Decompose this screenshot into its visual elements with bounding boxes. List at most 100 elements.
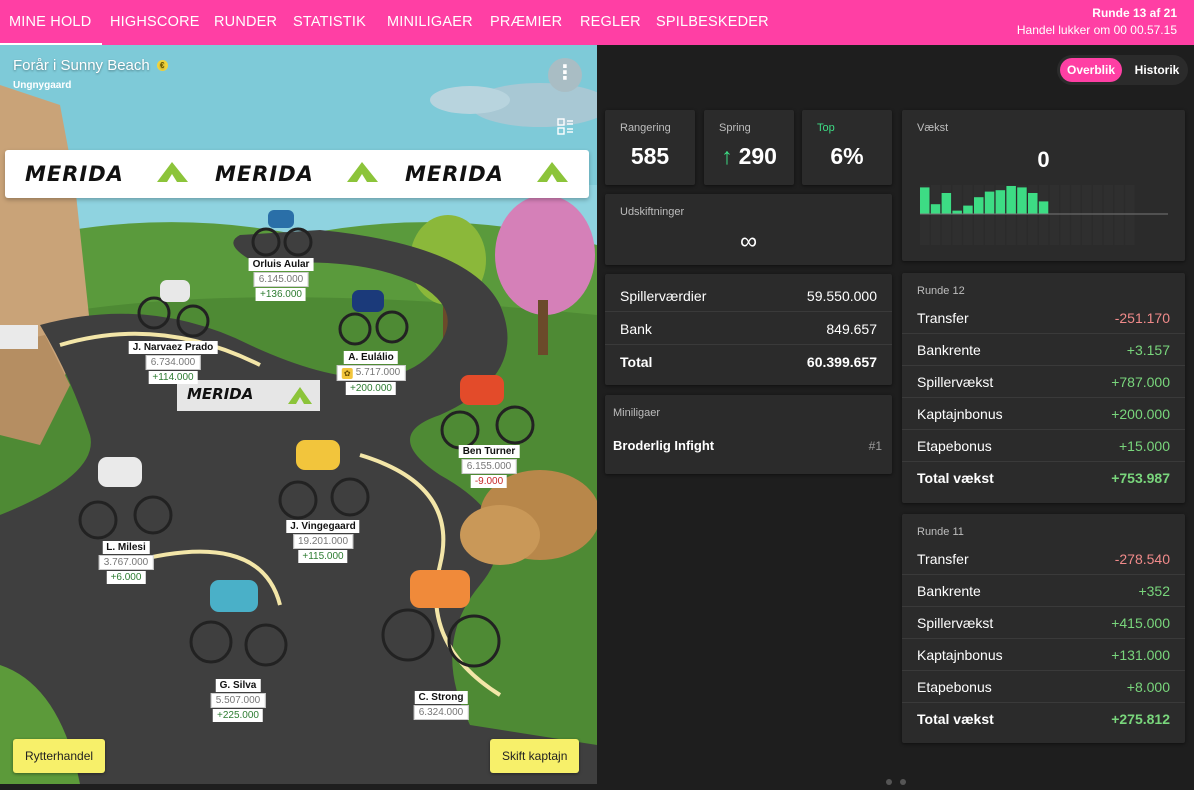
rider-value: 6.155.000 <box>461 459 517 474</box>
team-owner: Ungnygaard <box>13 80 72 91</box>
roadside-sponsor-sign: MERIDA <box>177 380 320 411</box>
rider-name: Orluis Aular <box>248 258 314 271</box>
growth-bar-slot <box>963 185 973 245</box>
nav-runder[interactable]: RUNDER <box>214 0 277 45</box>
round-row-label: Etapebonus <box>917 679 992 695</box>
growth-bar-slot <box>930 185 941 245</box>
rider-value: 6.734.000 <box>145 355 201 370</box>
nav-spilbeskeder[interactable]: SPILBESKEDER <box>656 0 769 45</box>
round-row-label: Bankrente <box>917 583 981 599</box>
growth-value: 0 <box>1037 147 1050 172</box>
page-dot[interactable] <box>900 779 906 785</box>
nav-miniligaer[interactable]: MINILIGAER <box>387 0 473 45</box>
round-row-label: Kaptajnbonus <box>917 647 1003 663</box>
values-card: Spillerværdier 59.550.000 Bank 849.657 T… <box>605 274 892 385</box>
rider-value: 5.507.000 <box>210 693 266 708</box>
sponsor-banner: MERIDA MERIDA MERIDA <box>5 150 589 198</box>
rider-card[interactable]: L. Milesi 3.767.000 +6.000 <box>98 541 154 584</box>
round-row-amount: +275.812 <box>1111 711 1170 727</box>
value-row-total: Total 60.399.657 <box>605 346 892 378</box>
round-row-amount: +753.987 <box>1111 470 1170 486</box>
growth-bar <box>974 197 984 214</box>
rider-card[interactable]: G. Silva 5.507.000 +225.000 <box>210 679 266 722</box>
top-nav: MINE HOLD HIGHSCORE RUNDER STATISTIK MIN… <box>0 0 1194 45</box>
round-row-label: Total vækst <box>917 711 994 727</box>
nav-statistik[interactable]: STATISTIK <box>293 0 366 45</box>
nav-regler[interactable]: REGLER <box>580 0 641 45</box>
value-row-label: Total <box>620 354 653 370</box>
round-row-amount: +3.157 <box>1126 342 1170 358</box>
rider-value: 6.324.000 <box>413 705 469 720</box>
growth-bar-slot <box>1082 185 1092 245</box>
round-row-label: Spillervækst <box>917 374 994 390</box>
round-label: Runde 11 <box>917 526 964 538</box>
rider-card[interactable]: J. Vingegaard 19.201.000 +115.000 <box>286 520 360 563</box>
growth-bar-slot <box>1071 185 1081 245</box>
round-row-label: Spillervækst <box>917 615 994 631</box>
jump-label: Spring <box>719 122 751 134</box>
round-row-amount: -251.170 <box>1114 310 1170 326</box>
round-12-card: Runde 12 Transfer -251.170 Bankrente +3.157… <box>902 273 1185 503</box>
growth-bar-slot <box>952 185 962 245</box>
growth-bar <box>920 187 930 214</box>
overview-panel: Overblik Historik Rangering 585 Spring ↑… <box>597 45 1194 784</box>
rider-card[interactable]: Ben Turner 6.155.000 -9.000 <box>458 445 520 488</box>
top-value: 6% <box>830 143 864 169</box>
list-view-icon[interactable] <box>557 118 574 135</box>
growth-bar-slot <box>1114 185 1124 245</box>
jump-value-wrap: ↑ 290 <box>704 143 794 170</box>
value-row-label: Bank <box>620 321 652 337</box>
rider-name: Ben Turner <box>458 445 520 458</box>
tab-historik[interactable]: Historik <box>1129 58 1185 82</box>
rider-card[interactable]: A. Eulálio ✿ 5.717.000 +200.000 <box>336 351 406 395</box>
rider-trade-button[interactable]: Rytterhandel <box>13 739 106 773</box>
round-11-card: Runde 11 Transfer -278.540 Bankrente +352 Sp… <box>902 514 1185 743</box>
round-row-amount: +131.000 <box>1111 647 1170 663</box>
growth-card: Vækst 0 <box>902 110 1185 261</box>
round-row-label: Transfer <box>917 310 969 326</box>
round-label: Runde 12 <box>917 285 965 297</box>
growth-bar-slot <box>1049 185 1060 245</box>
round-row: Etapebonus +8.000 <box>902 671 1185 703</box>
jump-card: Spring ↑ 290 <box>704 110 794 185</box>
round-row-amount: +200.000 <box>1111 406 1170 422</box>
rider-delta: +115.000 <box>298 550 348 563</box>
value-row: Bank 849.657 <box>605 313 892 345</box>
team-name: Forår i Sunny Beach € <box>13 57 168 74</box>
nav-mine-hold[interactable]: MINE HOLD <box>0 0 103 45</box>
nav-highscore[interactable]: HIGHSCORE <box>110 0 200 45</box>
round-row-total: Total vækst +753.987 <box>902 462 1185 494</box>
round-row-amount: +8.000 <box>1126 679 1170 695</box>
team-name-text: Forår i Sunny Beach <box>13 57 150 74</box>
sponsor-logo-mark <box>537 162 568 182</box>
rider-card[interactable]: J. Narvaez Prado 6.734.000 +114.000 <box>128 341 218 384</box>
round-row-label: Transfer <box>917 551 969 567</box>
rider-delta: +200.000 <box>346 382 396 395</box>
rider-value-captain: ✿ 5.717.000 <box>336 365 406 381</box>
tab-overblik[interactable]: Overblik <box>1060 58 1122 82</box>
round-row-amount: +15.000 <box>1119 438 1170 454</box>
round-row-amount: +787.000 <box>1111 374 1170 390</box>
ranking-label: Rangering <box>620 122 671 134</box>
rider-card[interactable]: C. Strong 6.324.000 <box>413 691 469 720</box>
change-captain-button[interactable]: Skift kaptajn <box>490 739 580 773</box>
round-row-label: Bankrente <box>917 342 981 358</box>
growth-bar-slot <box>1038 185 1049 245</box>
rider-name: C. Strong <box>414 691 468 704</box>
captain-icon: ✿ <box>341 368 353 379</box>
substitutions-value: ∞ <box>739 228 758 255</box>
growth-bar <box>1038 201 1049 214</box>
round-row-amount: -278.540 <box>1114 551 1170 567</box>
rider-card[interactable]: Orluis Aular 6.145.000 +136.000 <box>248 258 314 301</box>
arrow-up-icon: ↑ <box>721 143 733 169</box>
value-row-amount: 60.399.657 <box>806 354 877 370</box>
minileague-name[interactable]: Broderlig Infight <box>613 438 714 453</box>
round-indicator: Runde 13 af 21 <box>1092 6 1177 20</box>
growth-bar-slot <box>1092 185 1103 245</box>
round-row: Bankrente +352 <box>902 575 1185 607</box>
more-menu-button[interactable]: ⋮ <box>548 58 582 92</box>
page-dot[interactable] <box>886 779 892 785</box>
nav-praemier[interactable]: PRÆMIER <box>490 0 562 45</box>
substitutions-label: Udskiftninger <box>620 206 685 218</box>
growth-bar <box>1006 186 1016 214</box>
